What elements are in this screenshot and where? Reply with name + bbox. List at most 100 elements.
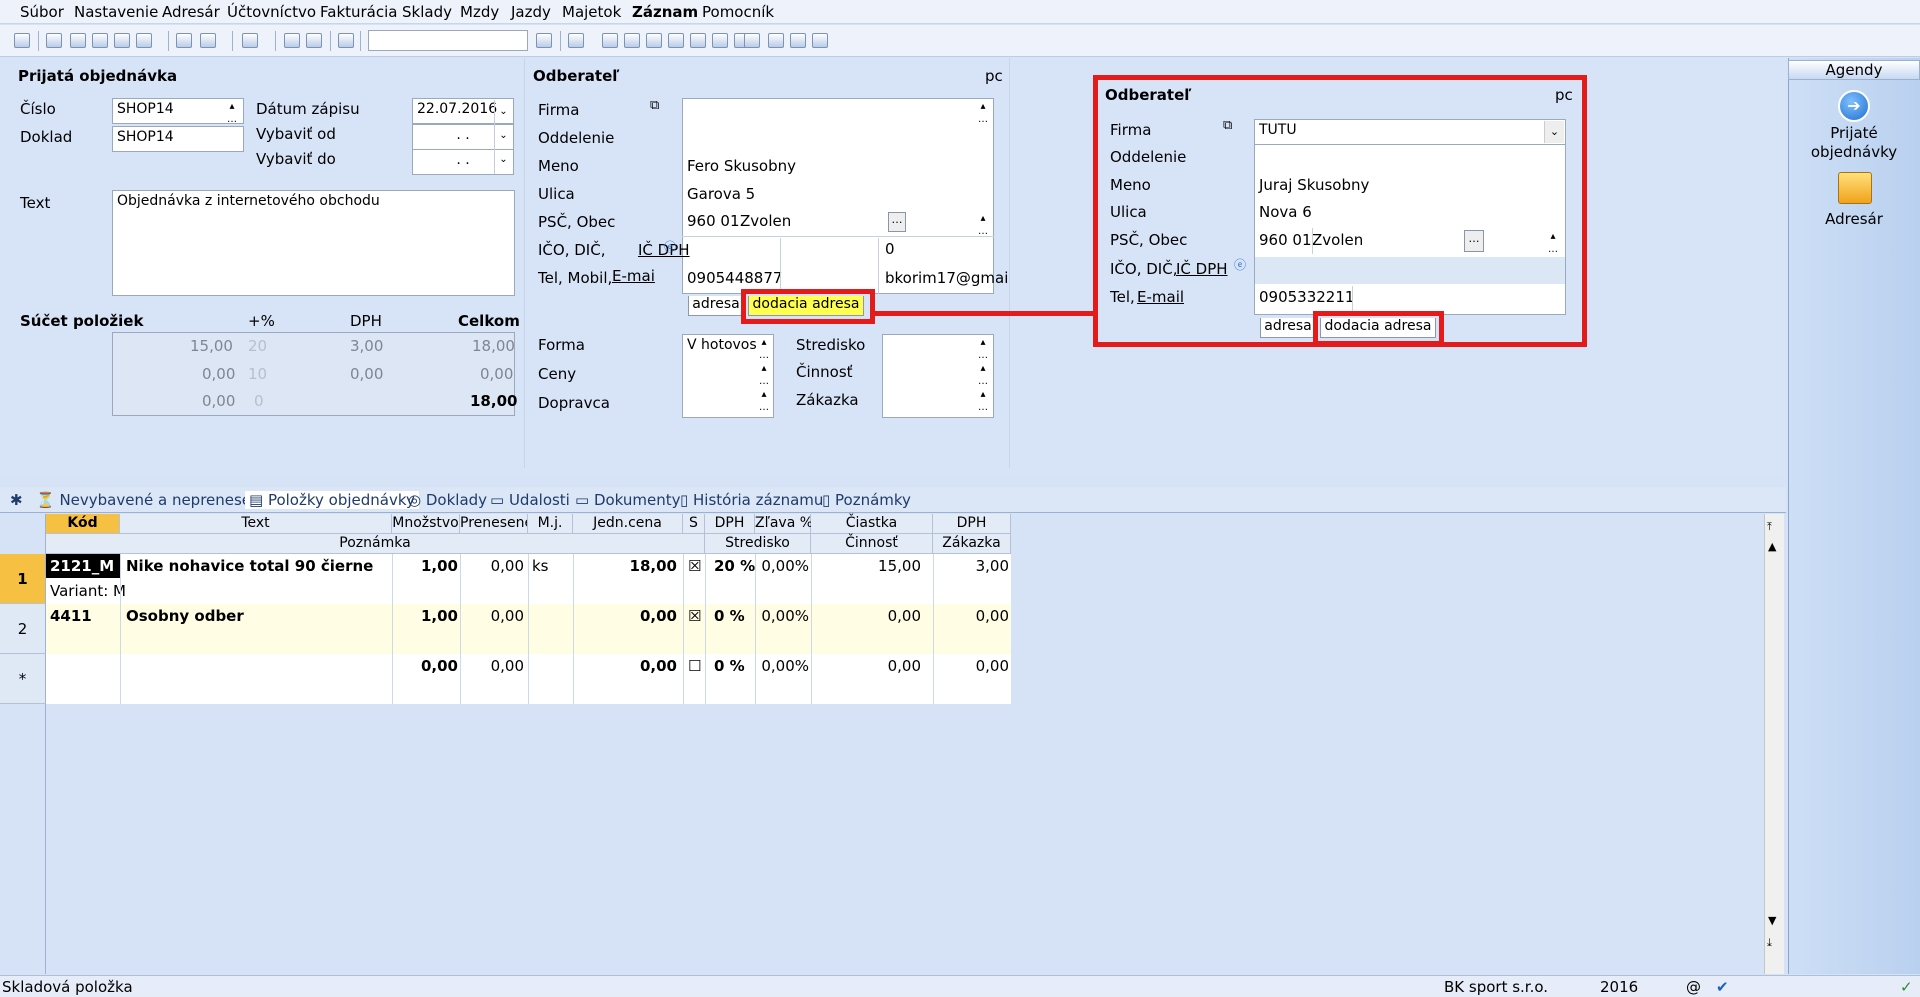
col-text[interactable]: Text bbox=[120, 514, 392, 534]
zoom-obec-value[interactable]: Zvolen bbox=[1312, 231, 1363, 249]
clipboard-icon[interactable] bbox=[338, 33, 354, 48]
new-zlava[interactable]: 0,00% bbox=[755, 654, 809, 678]
tab-doklady[interactable]: ◎ Doklady bbox=[408, 491, 487, 509]
row2-dph[interactable]: 0 % bbox=[714, 604, 745, 628]
firma-lookup-icon[interactable]: ⧉ bbox=[650, 98, 659, 113]
menu-fakturacia[interactable]: Fakturácia bbox=[320, 3, 397, 21]
tab-dokumenty[interactable]: ▭ Dokumenty bbox=[575, 491, 681, 509]
psc-value[interactable]: 960 01 bbox=[687, 212, 740, 230]
row1-dph[interactable]: 20 % bbox=[714, 554, 755, 578]
calc-icon[interactable] bbox=[668, 33, 684, 48]
row2-dph-value[interactable]: 0,00 bbox=[933, 604, 1009, 628]
menu-subor[interactable]: Súbor bbox=[20, 3, 64, 21]
zoom-firma-input[interactable]: TUTU bbox=[1254, 119, 1566, 145]
row2-ciastka[interactable]: 0,00 bbox=[811, 604, 921, 628]
menu-mzdy[interactable]: Mzdy bbox=[460, 3, 499, 21]
window2-icon[interactable] bbox=[768, 33, 784, 48]
zoom-meno-value[interactable]: Juraj Skusobny bbox=[1259, 176, 1369, 194]
menu-adresar[interactable]: Adresár bbox=[162, 3, 220, 21]
col-prenesene[interactable]: Prenesené bbox=[460, 514, 528, 534]
help-icon[interactable] bbox=[812, 33, 828, 48]
ulica-value[interactable]: Garova 5 bbox=[687, 185, 755, 203]
preview-icon[interactable] bbox=[92, 33, 108, 48]
tab-new-icon[interactable]: ✱ bbox=[10, 491, 23, 509]
menu-majetok[interactable]: Majetok bbox=[562, 3, 621, 21]
new-s-checkbox[interactable]: ☐ bbox=[688, 654, 701, 678]
date-dropdown-icon[interactable]: ⌄ ⌄ ⌄ bbox=[494, 100, 512, 174]
stredisko-spin-icon[interactable]: ▴… ▴… ▴… bbox=[975, 336, 991, 416]
row-number[interactable]: 2 bbox=[0, 604, 46, 654]
save-icon[interactable] bbox=[284, 33, 300, 48]
text-input[interactable]: Objednávka z internetového obchodu bbox=[112, 190, 515, 296]
row2-mnozstvo[interactable]: 1,00 bbox=[392, 604, 458, 628]
email-value[interactable]: bkorim17@gmai bbox=[885, 269, 1008, 287]
row2-jedncena[interactable]: 0,00 bbox=[573, 604, 677, 628]
ie-icon[interactable]: ⓔ bbox=[664, 238, 676, 255]
row1-jedncena[interactable]: 18,00 bbox=[573, 554, 677, 578]
tel-value[interactable]: 0905448877 bbox=[687, 269, 782, 287]
print-icon[interactable] bbox=[70, 33, 86, 48]
tab-historia[interactable]: ▯ História záznamu bbox=[680, 491, 823, 509]
doklad-input[interactable]: SHOP14 bbox=[112, 126, 244, 152]
tab-nevybavene[interactable]: ⏳ Nevybavené a neprenesené bbox=[36, 491, 270, 509]
new-row-marker[interactable]: * bbox=[0, 654, 46, 704]
zoom-ico-row[interactable] bbox=[1255, 257, 1565, 284]
zoom-firma-lookup-icon[interactable]: ⧉ bbox=[1223, 118, 1232, 133]
filter-icon[interactable] bbox=[536, 33, 552, 48]
orders-icon[interactable]: ➔ bbox=[1838, 90, 1870, 122]
col-stredisko[interactable]: Stredisko bbox=[705, 534, 811, 554]
back-arrow-icon[interactable] bbox=[242, 33, 258, 48]
col-jedncena[interactable]: Jedn.cena bbox=[573, 514, 683, 534]
col-dph-value[interactable]: DPH bbox=[933, 514, 1011, 534]
window-icon[interactable] bbox=[744, 33, 760, 48]
new-icon[interactable] bbox=[46, 33, 62, 48]
scroll-top-icon[interactable]: ⤒ bbox=[1767, 520, 1772, 534]
row2-prenesene[interactable]: 0,00 bbox=[460, 604, 524, 628]
zoom-tel-value[interactable]: 0905332211 bbox=[1259, 288, 1354, 306]
forma-spin-icon[interactable]: ▴… ▴… ▴… bbox=[756, 336, 772, 416]
obec-picker-button[interactable]: … bbox=[888, 212, 906, 232]
row1-prenesene[interactable]: 0,00 bbox=[460, 554, 524, 578]
address-book-icon[interactable] bbox=[1838, 172, 1872, 204]
menu-jazdy[interactable]: Jazdy bbox=[511, 3, 551, 21]
meno-value[interactable]: Fero Skusobny bbox=[687, 157, 796, 175]
agendy-adresar[interactable]: Adresár bbox=[1795, 210, 1913, 228]
zoom-obec-spin-icon[interactable]: ▴… bbox=[1545, 230, 1561, 256]
scroll-up-icon[interactable]: ▲ bbox=[1768, 540, 1776, 553]
col-zakazka[interactable]: Zákazka bbox=[933, 534, 1011, 554]
grid-scrollbar[interactable]: ⤒ ▲ ▼ ⤓ bbox=[1764, 514, 1784, 974]
new-dph-value[interactable]: 0,00 bbox=[933, 654, 1009, 678]
row1-mj[interactable]: ks bbox=[532, 554, 549, 578]
row1-mnozstvo[interactable]: 1,00 bbox=[392, 554, 458, 578]
tab-adresa[interactable]: adresa bbox=[688, 296, 744, 316]
scroll-down-icon[interactable]: ▼ bbox=[1768, 914, 1776, 927]
obec-spin-icon[interactable]: ▴… bbox=[975, 212, 991, 238]
obec-value[interactable]: Zvolen bbox=[740, 212, 791, 230]
save-all-icon[interactable] bbox=[306, 33, 322, 48]
menu-zaznam[interactable]: Záznam bbox=[632, 3, 698, 21]
col-kod[interactable]: Kód bbox=[46, 514, 120, 534]
globe-icon[interactable] bbox=[624, 33, 640, 48]
email-link[interactable]: E-mai bbox=[612, 267, 655, 285]
tab-udalosti[interactable]: ▭ Udalosti bbox=[490, 491, 570, 509]
zoom-tab-adresa[interactable]: adresa bbox=[1260, 318, 1316, 338]
menu-sklady[interactable]: Sklady bbox=[402, 3, 452, 21]
firma-spin-icon[interactable]: ▴… bbox=[975, 100, 991, 126]
color-icon[interactable] bbox=[602, 33, 618, 48]
zoom-obec-picker-button[interactable]: … bbox=[1464, 230, 1484, 252]
edit-icon[interactable] bbox=[200, 33, 216, 48]
window3-icon[interactable] bbox=[790, 33, 806, 48]
scroll-bottom-icon[interactable]: ⤓ bbox=[1767, 936, 1772, 950]
row1-kod[interactable]: 2121_M bbox=[46, 554, 120, 578]
cislo-spin-icon[interactable]: ▴… bbox=[224, 100, 240, 126]
menu-uctovnictvo[interactable]: Účtovníctvo bbox=[227, 3, 316, 21]
zoom-ie-icon[interactable]: ⓔ bbox=[1234, 256, 1246, 273]
ban-icon[interactable] bbox=[712, 33, 728, 48]
new-dph[interactable]: 0 % bbox=[714, 654, 745, 678]
zoom-firma-dropdown-icon[interactable]: ⌄ bbox=[1544, 121, 1564, 143]
row1-ciastka[interactable]: 15,00 bbox=[811, 554, 921, 578]
row2-text[interactable]: Osobny odber bbox=[126, 604, 244, 628]
row1-text[interactable]: Nike nohavice total 90 čierne bbox=[126, 554, 373, 578]
row2-kod[interactable]: 4411 bbox=[50, 604, 92, 628]
zoom-email-link[interactable]: E-mail bbox=[1137, 288, 1184, 306]
